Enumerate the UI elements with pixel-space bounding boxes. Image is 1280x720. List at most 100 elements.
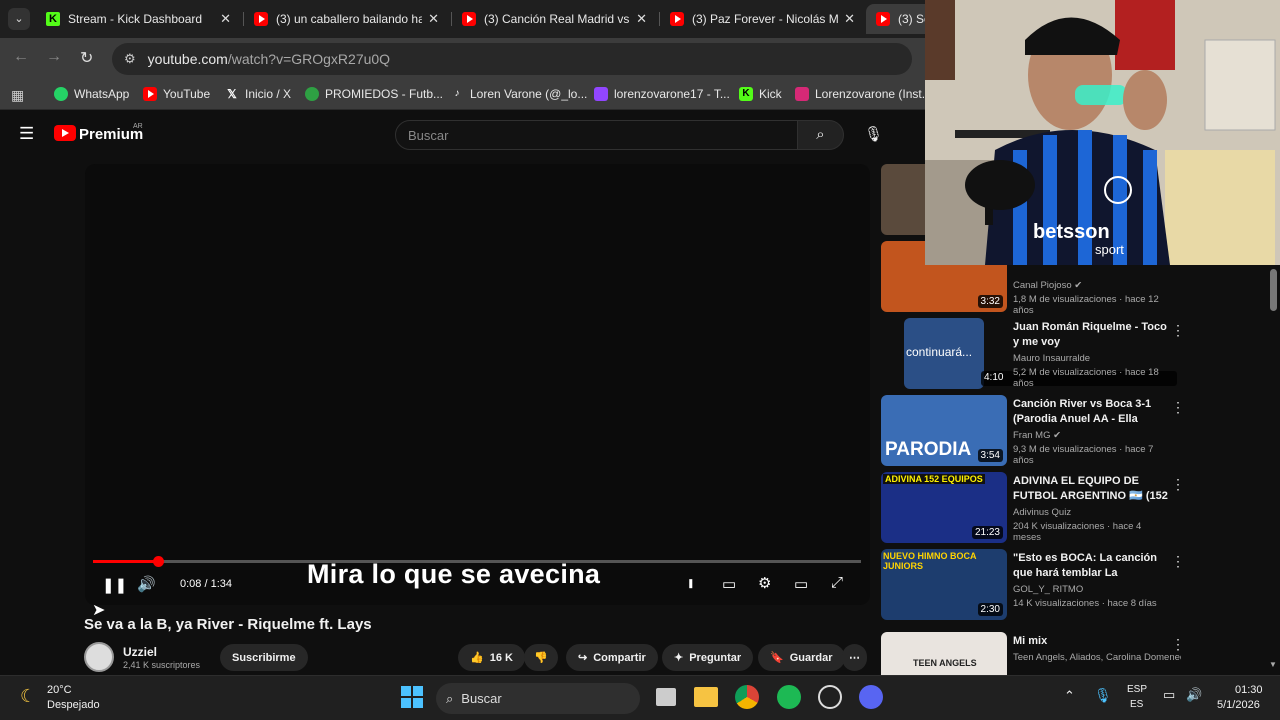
recommended-video[interactable]: continuará... 4:10 Juan Román Riquelme -… [881, 318, 1185, 390]
spotify-icon[interactable] [777, 685, 801, 709]
theater-mode-icon[interactable]: ▭ [794, 575, 808, 593]
dislike-button[interactable]: 👎 [524, 644, 558, 671]
tab-video-2[interactable]: (3) Canción Real Madrid vs B ✕ [452, 4, 657, 34]
ask-button[interactable]: ✦ Preguntar [662, 644, 754, 671]
bookmark-twitch[interactable]: lorenzovarone17 - T... [594, 87, 730, 101]
svg-text:betsson: betsson [1033, 221, 1110, 243]
share-button[interactable]: ↪ Compartir [566, 644, 658, 671]
menu-icon[interactable]: ☰ [19, 124, 34, 144]
sparkle-icon: ✦ [674, 652, 684, 664]
recommended-title[interactable]: Canción River vs Boca 3-1 (Parodia Anuel… [1013, 397, 1168, 427]
bookmark-whatsapp[interactable]: WhatsApp [54, 87, 129, 101]
time-display: 0:08 / 1:34 [180, 578, 232, 590]
page-scrollbar[interactable]: ▼ [1267, 265, 1280, 675]
tab-video-1[interactable]: (3) un caballero bailando ha ✕ [244, 4, 449, 34]
task-view-icon[interactable] [656, 688, 676, 706]
recommended-video[interactable]: ADIVINA 152 EQUIPOS 21:23 ADIVINA EL EQUI… [881, 472, 1185, 544]
network-icon[interactable]: ▭ [1163, 687, 1175, 703]
back-arrow-icon[interactable]: ← [13, 48, 29, 66]
bookmark-x[interactable]: 𝕏 Inicio / X [225, 87, 291, 101]
pause-icon[interactable]: ❚❚ [102, 576, 127, 594]
close-icon[interactable]: ✕ [220, 11, 231, 27]
volume-icon[interactable]: 🔊 [137, 575, 156, 593]
youtube-icon [462, 12, 476, 26]
apps-grid-icon[interactable]: ▦ [11, 87, 24, 104]
scrollbar-thumb[interactable] [1270, 269, 1277, 311]
save-button[interactable]: 🔖 Guardar [758, 644, 845, 671]
recommended-channel[interactable]: Mauro Insaurralde [1013, 353, 1168, 364]
address-bar[interactable]: ⚙ youtube.com/watch?v=GROgxR27u0Q [112, 43, 912, 75]
search-button[interactable]: ⌕ [797, 120, 844, 150]
webcam-overlay: betsson sport [925, 0, 1280, 265]
search-input[interactable]: Buscar [395, 120, 798, 150]
recommended-title[interactable]: "Esto es BOCA: La canción que hará tembl… [1013, 551, 1168, 581]
like-button[interactable]: 👍 16 K [458, 644, 525, 671]
tab-search-button[interactable]: ⌄ [8, 8, 30, 30]
more-options-icon[interactable]: ⋮ [1171, 636, 1181, 653]
recommended-stats: 9,3 M de visualizaciones · hace 7 años [1013, 444, 1154, 466]
video-thumbnail[interactable]: continuará... [904, 318, 984, 389]
more-dots-icon: ⋯ [849, 652, 860, 664]
recommended-video[interactable]: PARODIA 3:54 Canción River vs Boca 3-1 (P… [881, 395, 1185, 467]
recommended-title[interactable]: ADIVINA EL EQUIPO DE FUTBOL ARGENTINO 🇦🇷… [1013, 474, 1168, 504]
bookmark-kick[interactable]: K Kick [739, 87, 782, 101]
chevron-up-icon[interactable]: ⌃ [1064, 688, 1075, 704]
bookmark-instagram[interactable]: Lorenzovarone (Inst... [795, 87, 932, 101]
recommended-channel[interactable]: GOL_Y_ RITMO [1013, 584, 1168, 595]
scroll-down-arrow-icon[interactable]: ▼ [1269, 660, 1277, 669]
close-icon[interactable]: ✕ [636, 11, 647, 27]
settings-gear-icon[interactable]: ⚙ [758, 574, 771, 592]
fullscreen-icon[interactable]: ⤢ [831, 574, 843, 591]
bookmark-promiedos[interactable]: PROMIEDOS - Futb... [305, 87, 443, 101]
more-options-icon[interactable]: ⋮ [1171, 399, 1185, 416]
moon-weather-icon[interactable]: ☾ [20, 686, 36, 707]
discord-icon[interactable] [859, 685, 883, 709]
close-icon[interactable]: ✕ [428, 11, 439, 27]
recommended-channel[interactable]: Canal Piojoso ✔ [1013, 280, 1168, 291]
tab-kick-dashboard[interactable]: K Stream - Kick Dashboard ✕ [36, 4, 241, 34]
progress-scrubber[interactable] [153, 556, 165, 567]
bookmark-tiktok[interactable]: ♪ Loren Varone (@_lo... [450, 87, 588, 101]
autoplay-toggle[interactable]: ❚ [687, 578, 695, 589]
more-options-icon[interactable]: ⋮ [1171, 553, 1185, 570]
chrome-icon[interactable] [735, 685, 759, 709]
recommended-title[interactable]: Juan Román Riquelme - Toco y me voy [1013, 320, 1168, 350]
weather-temperature[interactable]: 20°C [47, 684, 72, 696]
microphone-icon[interactable]: 🎙 [1094, 687, 1112, 704]
recommended-channel[interactable]: Adivinus Quiz [1013, 507, 1168, 518]
clock-date[interactable]: 5/1/2026 [1217, 699, 1260, 711]
subscribe-button[interactable]: Suscribirme [220, 644, 308, 671]
video-player[interactable]: ❚❚ 🔊 0:08 / 1:34 Mira lo que se avecina … [85, 164, 870, 605]
language-indicator[interactable]: ESP [1127, 684, 1147, 695]
subtitles-icon[interactable]: ▭ [722, 575, 736, 593]
channel-avatar[interactable] [84, 642, 114, 672]
clock-time[interactable]: 01:30 [1235, 684, 1263, 696]
close-icon[interactable]: ✕ [844, 11, 855, 27]
windows-start-icon[interactable] [401, 686, 423, 708]
microphone-icon[interactable]: 🎙 [864, 125, 883, 143]
bookmark-youtube[interactable]: YouTube [143, 87, 210, 101]
channel-name[interactable]: Uzziel [123, 645, 157, 659]
video-thumbnail[interactable]: TEEN ANGELS [881, 632, 1007, 675]
site-settings-icon[interactable]: ⚙ [124, 51, 136, 67]
recommended-channel[interactable]: Fran MG ✔ [1013, 430, 1168, 441]
forward-arrow-icon[interactable]: → [46, 48, 62, 66]
more-options-icon[interactable]: ⋮ [1171, 476, 1185, 493]
subtitle-caption: Mira lo que se avecina [307, 559, 601, 589]
recommended-title[interactable]: Mi mix [1013, 634, 1168, 649]
video-thumbnail[interactable]: NUEVO HIMNO BOCA JUNIORS 2:30 [881, 549, 1007, 620]
more-actions-button[interactable]: ⋯ [842, 644, 867, 671]
recommended-video[interactable]: NUEVO HIMNO BOCA JUNIORS 2:30 "Esto es BO… [881, 549, 1185, 621]
file-explorer-icon[interactable] [694, 687, 718, 707]
reload-icon[interactable]: ↻ [80, 48, 93, 68]
speaker-icon[interactable]: 🔊 [1186, 687, 1202, 703]
app-icon[interactable] [818, 685, 842, 709]
weather-description[interactable]: Despejado [47, 699, 100, 711]
video-thumbnail[interactable]: PARODIA 3:54 [881, 395, 1007, 466]
recommended-mix[interactable]: TEEN ANGELS Mi mix Teen Angels, Aliados,… [881, 632, 1181, 675]
keyboard-layout[interactable]: ES [1130, 699, 1143, 710]
tab-video-3[interactable]: (3) Paz Forever - Nicolás Ma ✕ [660, 4, 865, 34]
more-options-icon[interactable]: ⋮ [1171, 322, 1185, 339]
taskbar-search-box[interactable]: ⌕ Buscar [436, 683, 640, 714]
video-thumbnail[interactable]: ADIVINA 152 EQUIPOS 21:23 [881, 472, 1007, 543]
